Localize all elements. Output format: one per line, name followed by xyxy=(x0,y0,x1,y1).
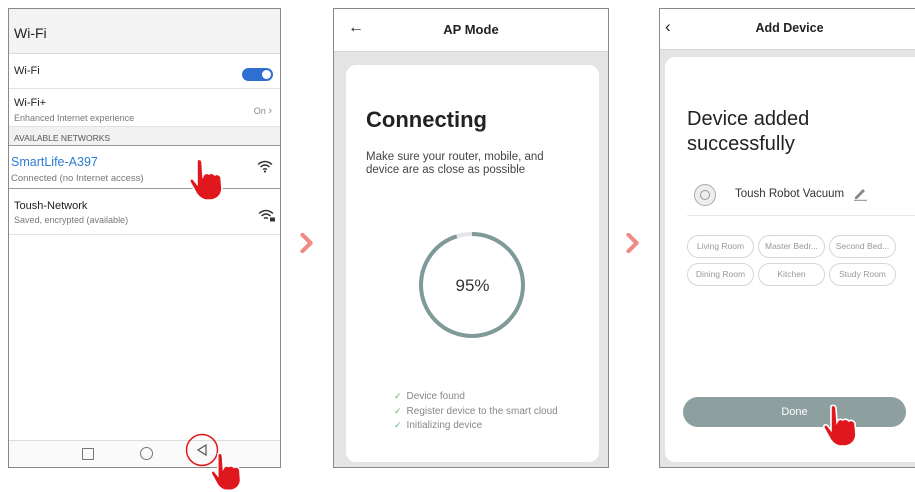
room-chip[interactable]: Living Room xyxy=(687,235,754,258)
room-chip[interactable]: Dining Room xyxy=(687,263,754,286)
success-heading: Device added successfully xyxy=(687,108,810,155)
network-item-smartlife[interactable]: SmartLife-A397 Connected (no Internet ac… xyxy=(9,145,280,189)
wifi-plus-row[interactable]: Wi-Fi+ Enhanced Internet experience On › xyxy=(9,89,280,127)
wifi-toggle-row[interactable]: Wi-Fi xyxy=(9,53,280,89)
next-step-chevron-icon xyxy=(300,233,313,253)
page-title: AP Mode xyxy=(443,22,499,37)
network-status: Connected (no Internet access) xyxy=(11,173,144,184)
step-item: ✓ Initializing device xyxy=(394,420,483,431)
done-button[interactable]: Done xyxy=(683,397,906,427)
ap-mode-screen: ← AP Mode Connecting Make sure your rout… xyxy=(333,8,609,468)
add-device-screen: ‹ Add Device Device added successfully T… xyxy=(659,8,915,468)
home-icon[interactable] xyxy=(140,447,153,460)
robot-vacuum-icon xyxy=(694,184,716,206)
available-networks-header: AVAILABLE NETWORKS xyxy=(9,127,280,145)
room-chip[interactable]: Second Bed... xyxy=(829,235,896,258)
success-card: Device added successfully Toush Robot Va… xyxy=(665,57,915,462)
step-item: ✓ Device found xyxy=(394,391,465,402)
wifi-plus-subtitle: Enhanced Internet experience xyxy=(14,113,135,123)
room-chip[interactable]: Kitchen xyxy=(758,263,825,286)
connecting-card: Connecting Make sure your router, mobile… xyxy=(346,65,599,462)
wifi-settings-screen: Wi-Fi Wi-Fi Wi-Fi+ Enhanced Internet exp… xyxy=(8,8,281,468)
tap-hand-icon xyxy=(189,158,223,201)
wifi-toggle[interactable] xyxy=(242,68,273,81)
network-name: SmartLife-A397 xyxy=(11,155,98,169)
next-step-chevron-icon xyxy=(626,233,639,253)
wifi-toggle-label: Wi-Fi xyxy=(14,65,40,77)
tap-hand-icon xyxy=(210,452,242,491)
ap-header: ← AP Mode xyxy=(334,9,608,52)
room-chip[interactable]: Master Bedr... xyxy=(758,235,825,258)
wifi-plus-value: On › xyxy=(253,105,272,117)
status-steps: ✓ Device found ✓ Register device to the sm… xyxy=(394,391,558,435)
wifi-plus-label: Wi-Fi+ xyxy=(14,97,47,109)
connecting-heading: Connecting xyxy=(366,107,487,132)
add-device-header: ‹ Add Device xyxy=(660,9,915,50)
tap-hand-icon xyxy=(823,404,857,447)
page-title: Add Device xyxy=(755,21,824,35)
device-row: Toush Robot Vacuum xyxy=(687,177,915,216)
proximity-hint: Make sure your router, mobile, and devic… xyxy=(366,151,544,176)
page-title: Wi-Fi xyxy=(14,25,47,41)
network-name: Toush-Network xyxy=(14,200,88,212)
wifi-locked-icon xyxy=(258,209,275,222)
edit-pencil-icon[interactable] xyxy=(852,185,868,201)
recent-apps-icon[interactable] xyxy=(82,448,94,460)
wifi-signal-icon xyxy=(257,160,273,173)
progress-percent: 95% xyxy=(455,276,490,295)
room-chip[interactable]: Study Room xyxy=(829,263,896,286)
device-name: Toush Robot Vacuum xyxy=(735,188,845,200)
step-item: ✓ Register device to the smart cloud xyxy=(394,405,558,417)
network-item-toush[interactable]: Toush-Network Saved, encrypted (availabl… xyxy=(9,191,280,235)
wifi-header: Wi-Fi xyxy=(9,9,280,54)
network-status: Saved, encrypted (available) xyxy=(14,215,129,225)
